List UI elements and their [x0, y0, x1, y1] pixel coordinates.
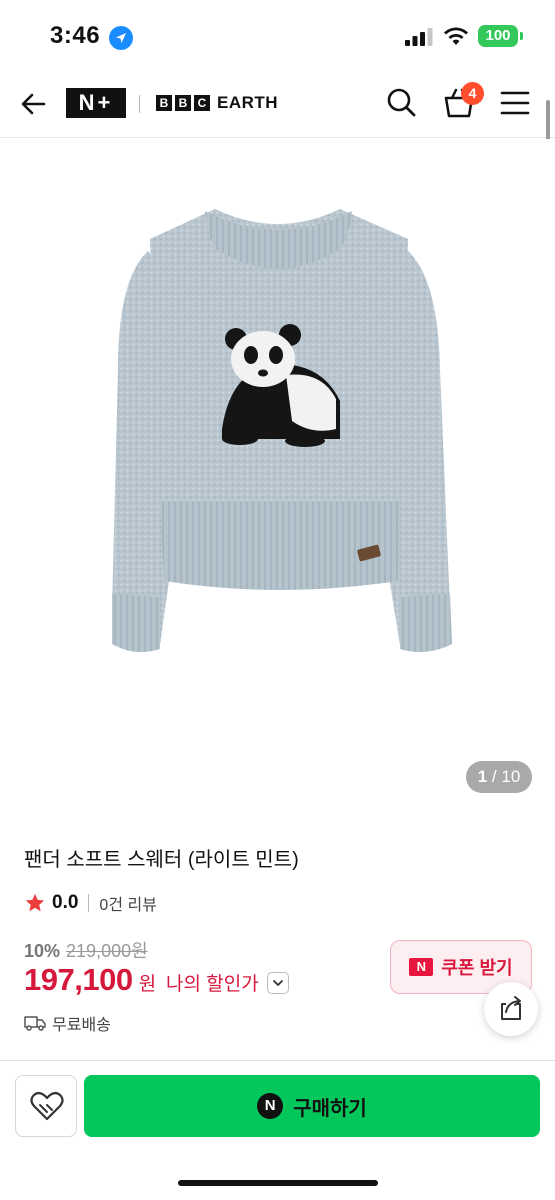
bottom-bar-divider — [0, 1060, 555, 1061]
search-icon[interactable] — [385, 86, 417, 120]
panda-sweater-photo — [112, 209, 452, 653]
price-row: 197,100 원 나의 할인가 — [24, 962, 289, 998]
coupon-button-label: 쿠폰 받기 — [441, 958, 513, 978]
bbc-earth-word: EARTH — [217, 93, 279, 112]
status-bar: 3:46 100 — [0, 0, 555, 72]
naver-plus-logo[interactable]: N+ — [66, 88, 126, 118]
star-icon — [25, 893, 45, 912]
status-time: 3:46 — [50, 22, 101, 49]
location-arrow-icon — [109, 26, 133, 50]
image-counter-total: / 10 — [491, 767, 521, 786]
bbc-letter-c: C — [194, 95, 210, 111]
product-image-carousel[interactable] — [0, 139, 555, 819]
image-counter-current: 1 — [477, 767, 488, 786]
shipping-row: 무료배송 — [24, 1011, 111, 1035]
battery-nub — [520, 32, 523, 40]
truck-icon — [24, 1016, 46, 1031]
chevron-down-icon[interactable] — [266, 972, 289, 994]
buy-button-label: 구매하기 — [293, 1097, 367, 1120]
heart-outline-icon — [30, 1091, 64, 1121]
original-price: 219,000원 — [66, 941, 148, 961]
battery-indicator: 100 — [478, 25, 518, 47]
image-counter: 1 / 10 — [466, 761, 532, 793]
wishlist-button[interactable] — [15, 1075, 77, 1137]
cart-count-badge: 4 — [461, 82, 484, 105]
rating-row[interactable]: 0.0 0건 리뷰 — [24, 890, 157, 916]
bbc-letter-b2: B — [175, 95, 191, 111]
rating-value: 0.0 — [52, 892, 79, 913]
hamburger-menu-icon[interactable] — [500, 90, 530, 116]
naver-pay-n-icon: N — [257, 1093, 284, 1119]
bbc-earth-logo[interactable]: B B C EARTH — [156, 92, 278, 114]
my-discount-price-label[interactable]: 나의 할인가 — [166, 969, 259, 996]
logo-divider — [139, 95, 140, 113]
product-title: 팬더 소프트 스웨터 (라이트 민트) — [24, 849, 299, 871]
buy-button[interactable]: N 구매하기 — [84, 1075, 540, 1137]
cellular-signal-icon — [405, 28, 433, 46]
share-button[interactable] — [484, 982, 538, 1036]
share-icon — [501, 996, 521, 1020]
price-unit: 원 — [138, 974, 157, 995]
sale-price: 197,100 — [24, 962, 133, 997]
home-indicator[interactable] — [178, 1180, 378, 1186]
review-count: 0건 리뷰 — [99, 897, 157, 914]
bbc-letter-b1: B — [156, 95, 172, 111]
discount-rate: 10% — [24, 941, 61, 961]
coupon-n-badge: N — [409, 958, 434, 976]
top-navigation-bar: N+ B B C EARTH 4 — [0, 72, 555, 138]
discount-row: 10% 219,000원 — [24, 937, 148, 963]
back-arrow-icon[interactable] — [18, 88, 50, 120]
shipping-text: 무료배송 — [52, 1017, 111, 1034]
wifi-icon — [444, 27, 468, 45]
rating-separator — [88, 894, 90, 912]
